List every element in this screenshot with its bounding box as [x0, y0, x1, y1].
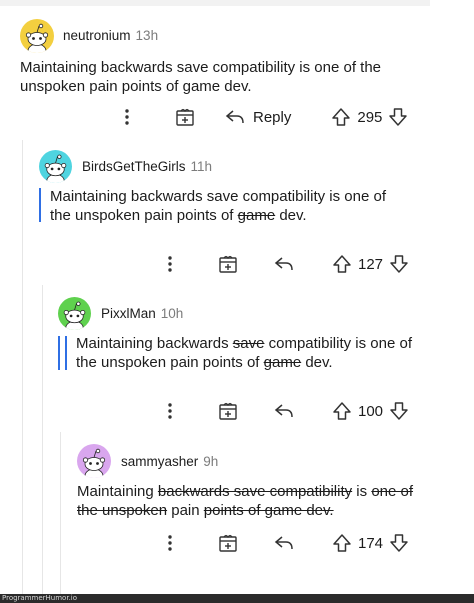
- downvote-arrow-icon[interactable]: [389, 254, 409, 274]
- avatar[interactable]: [39, 150, 72, 183]
- snoo-avatar-icon: [25, 23, 49, 53]
- comment-text: dev.: [301, 354, 333, 371]
- username[interactable]: BirdsGetTheGirls: [82, 159, 186, 174]
- thread-line: [42, 285, 43, 595]
- downvote-arrow-icon[interactable]: [389, 401, 409, 421]
- award-gift-icon[interactable]: [218, 533, 238, 553]
- avatar[interactable]: [77, 444, 111, 478]
- upvote-arrow-icon[interactable]: [331, 107, 351, 127]
- reply-button[interactable]: Reply: [253, 109, 291, 126]
- comment-actions: Reply 295: [117, 105, 408, 129]
- reply-arrow-icon[interactable]: [274, 256, 294, 272]
- more-vertical-icon[interactable]: [160, 256, 180, 272]
- comment-actions: 174: [160, 531, 409, 555]
- comment-text: is: [352, 483, 372, 500]
- vote-count: 100: [358, 402, 384, 420]
- comment-text: pain: [167, 502, 204, 519]
- award-gift-icon[interactable]: [218, 401, 238, 421]
- timestamp: 13h: [135, 28, 159, 43]
- comment-text: Maintaining backwards save compatibility…: [20, 59, 382, 95]
- thread-line: [60, 432, 61, 595]
- avatar[interactable]: [20, 19, 54, 53]
- comment-header: BirdsGetTheGirls 11h: [82, 159, 212, 174]
- vote-count: 295: [357, 108, 383, 126]
- struck-text: game: [263, 354, 302, 371]
- upvote-arrow-icon[interactable]: [332, 533, 352, 553]
- comment-header: neutronium 13h: [63, 28, 158, 43]
- reply-arrow-icon[interactable]: [225, 109, 245, 125]
- reply-arrow-icon[interactable]: [274, 535, 294, 551]
- avatar[interactable]: [58, 297, 91, 330]
- snoo-avatar-icon: [82, 448, 106, 478]
- struck-text: game: [237, 207, 276, 224]
- struck-text: backwards save compatibility: [157, 483, 353, 500]
- comment-text: dev.: [275, 207, 307, 224]
- upvote-arrow-icon[interactable]: [332, 401, 352, 421]
- comment-text: Maintaining backwards save compatibility…: [50, 188, 386, 224]
- more-vertical-icon[interactable]: [117, 109, 137, 125]
- award-gift-icon[interactable]: [218, 254, 238, 274]
- timestamp: 10h: [160, 306, 184, 321]
- award-gift-icon[interactable]: [175, 107, 195, 127]
- comment-body: Maintaining backwards save compatibility…: [77, 482, 422, 520]
- comment-body: Maintaining backwards save compatibility…: [50, 187, 395, 225]
- username[interactable]: neutronium: [63, 28, 131, 43]
- thread-line: [22, 140, 23, 595]
- snoo-avatar-icon: [44, 154, 67, 183]
- username[interactable]: PixxlMan: [101, 306, 156, 321]
- comment-actions: 100: [160, 399, 409, 423]
- reply-arrow-icon[interactable]: [274, 403, 294, 419]
- comment-body: Maintaining backwards save compatibility…: [76, 334, 421, 372]
- quote-bar: [65, 336, 67, 370]
- comment-body: Maintaining backwards save compatibility…: [20, 58, 425, 96]
- downvote-arrow-icon[interactable]: [389, 533, 409, 553]
- quote-bar: [39, 188, 41, 222]
- snoo-avatar-icon: [63, 301, 86, 330]
- vote-count: 174: [358, 534, 384, 552]
- username[interactable]: sammyasher: [121, 454, 198, 469]
- vote-count: 127: [358, 255, 384, 273]
- comment-header: PixxlMan 10h: [101, 306, 183, 321]
- comment-text: Maintaining backwards: [76, 335, 233, 352]
- downvote-arrow-icon[interactable]: [388, 107, 408, 127]
- comment-header: sammyasher 9h: [121, 454, 218, 469]
- struck-text: save: [232, 335, 265, 352]
- comment-text: Maintaining: [77, 483, 158, 500]
- timestamp: 11h: [190, 159, 213, 174]
- watermark: ProgrammerHumor.io: [2, 594, 78, 602]
- more-vertical-icon[interactable]: [160, 535, 180, 551]
- more-vertical-icon[interactable]: [160, 403, 180, 419]
- quote-bar: [58, 336, 60, 370]
- struck-text: points of game dev.: [203, 502, 334, 519]
- top-divider: [0, 0, 430, 6]
- timestamp: 9h: [203, 454, 219, 469]
- comment-actions: 127: [160, 252, 409, 276]
- upvote-arrow-icon[interactable]: [332, 254, 352, 274]
